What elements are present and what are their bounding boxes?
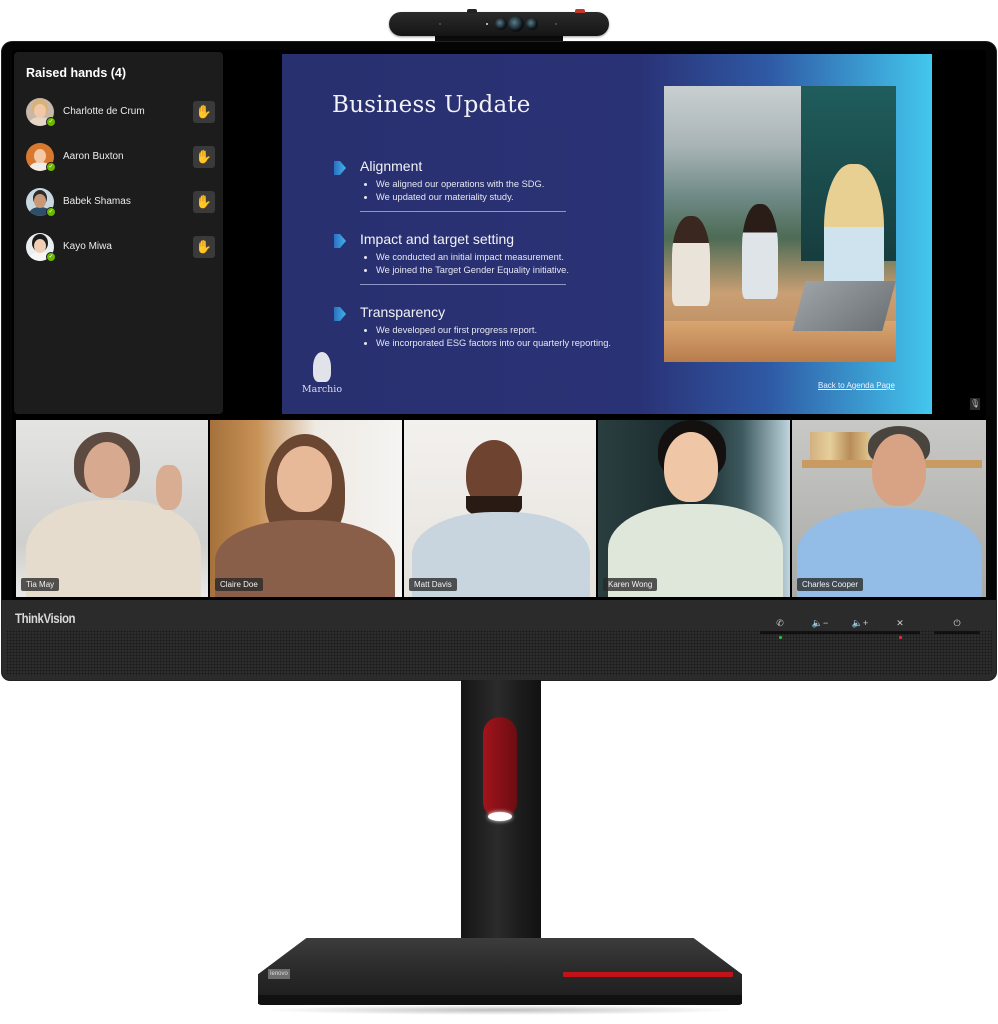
slide-photo-team-meeting xyxy=(664,86,896,362)
phone-icon: ✆ xyxy=(776,618,784,628)
presence-available-icon: ✓ xyxy=(46,117,56,127)
chevron-right-icon xyxy=(334,307,346,321)
webcam-indicator xyxy=(575,9,585,13)
raised-hand-icon[interactable]: ✋ xyxy=(193,191,215,213)
slide-title: Business Update xyxy=(332,92,531,118)
participant-name: Aaron Buxton xyxy=(63,151,124,162)
power-button[interactable]: ⏻ xyxy=(934,618,980,634)
power-icon: ⏻ xyxy=(953,618,961,628)
bullet-item: We incorporated ESG factors into our qua… xyxy=(376,337,611,350)
webcam-ir-sensor xyxy=(526,18,538,30)
participant-name-label: Matt Davis xyxy=(409,578,457,591)
logo-text: Marchio xyxy=(301,384,343,395)
video-tile[interactable]: Karen Wong xyxy=(598,420,790,597)
shared-presentation-slide: Business Update Alignment We aligned our… xyxy=(282,54,932,414)
thinkvision-logo: ThinkVision xyxy=(15,611,76,626)
stand-light xyxy=(488,812,512,821)
mic-mute-button[interactable]: ✕ xyxy=(880,618,920,634)
raised-hand-item[interactable]: ✓ Charlotte de Crum ✋ xyxy=(26,98,215,128)
stand-base-edge xyxy=(258,995,742,1005)
participant-name: Charlotte de Crum xyxy=(63,106,145,117)
bullet-item: We aligned our operations with the SDG. xyxy=(376,178,544,191)
video-tile[interactable]: Tia May xyxy=(16,420,208,597)
video-tile[interactable]: Matt Davis xyxy=(404,420,596,597)
cable-management-slot xyxy=(483,717,517,819)
participant-name-label: Karen Wong xyxy=(603,578,658,591)
section-heading: Impact and target setting xyxy=(360,231,515,247)
mute-led xyxy=(899,636,902,639)
raised-hand-item[interactable]: ✓ Kayo Miwa ✋ xyxy=(26,233,215,263)
mic-mute-icon: ✕ xyxy=(896,618,904,628)
lenovo-badge: lenovo xyxy=(268,969,290,979)
raised-hand-icon[interactable]: ✋ xyxy=(193,101,215,123)
webcam-sensor xyxy=(495,18,507,30)
participant-name: Babek Shamas xyxy=(63,196,131,207)
section-heading: Transparency xyxy=(360,304,446,320)
participant-video-strip: Tia May Claire Doe Matt Davis Karen Wong… xyxy=(16,420,986,597)
video-tile[interactable]: Charles Cooper xyxy=(792,420,986,597)
participant-name-label: Charles Cooper xyxy=(797,578,864,591)
stand-neck xyxy=(461,680,541,955)
presence-available-icon: ✓ xyxy=(46,162,56,172)
speaker-grille xyxy=(6,630,992,676)
raised-hand-icon[interactable]: ✋ xyxy=(193,146,215,168)
call-led xyxy=(779,636,782,639)
divider xyxy=(360,211,566,212)
presence-available-icon: ✓ xyxy=(46,207,56,217)
raised-hand-item[interactable]: ✓ Babek Shamas ✋ xyxy=(26,188,215,218)
participant-name: Kayo Miwa xyxy=(63,241,112,252)
webcam-mic-hole xyxy=(439,23,441,25)
webcam-led xyxy=(486,23,488,25)
meeting-screen: Raised hands (4) ✓ Charlotte de Crum ✋ ✓… xyxy=(12,50,986,600)
base-red-accent xyxy=(563,972,733,977)
volume-down-icon: 🔈− xyxy=(811,618,829,628)
raised-hand-item[interactable]: ✓ Aaron Buxton ✋ xyxy=(26,143,215,173)
raised-hand-icon[interactable]: ✋ xyxy=(193,236,215,258)
volume-up-icon: 🔈+ xyxy=(851,618,869,628)
divider xyxy=(360,284,566,285)
stand-shadow xyxy=(260,1005,740,1015)
raised-hands-title: Raised hands (4) xyxy=(26,66,127,80)
call-button[interactable]: ✆ xyxy=(760,618,800,634)
participant-name-label: Tia May xyxy=(21,578,60,591)
marchio-logo: Marchio xyxy=(300,352,344,395)
webcam-lens xyxy=(508,16,524,32)
volume-down-button[interactable]: 🔈− xyxy=(800,618,840,634)
volume-up-button[interactable]: 🔈+ xyxy=(840,618,880,634)
section-heading: Alignment xyxy=(360,158,423,174)
chevron-right-icon xyxy=(334,161,346,175)
bullet-item: We updated our materiality study. xyxy=(376,191,544,204)
monitor-chin: ThinkVision ✆ 🔈− 🔈+ ✕ ⏻ xyxy=(2,600,996,680)
raised-hands-panel: Raised hands (4) ✓ Charlotte de Crum ✋ ✓… xyxy=(14,52,223,414)
mic-off-icon[interactable]: 🎙 xyxy=(970,398,980,410)
webcam-mic-hole xyxy=(555,23,557,25)
webcam-privacy-switch[interactable] xyxy=(467,9,477,13)
monitor: Raised hands (4) ✓ Charlotte de Crum ✋ ✓… xyxy=(2,42,996,680)
back-to-agenda-link[interactable]: Back to Agenda Page xyxy=(818,381,895,390)
participant-name-label: Claire Doe xyxy=(215,578,263,591)
bullet-item: We conducted an initial impact measureme… xyxy=(376,251,569,264)
bullet-item: We developed our first progress report. xyxy=(376,324,611,337)
webcam xyxy=(389,9,609,36)
chevron-right-icon xyxy=(334,234,346,248)
video-tile[interactable]: Claire Doe xyxy=(210,420,402,597)
presence-available-icon: ✓ xyxy=(46,252,56,262)
bullet-item: We joined the Target Gender Equality ini… xyxy=(376,264,569,277)
